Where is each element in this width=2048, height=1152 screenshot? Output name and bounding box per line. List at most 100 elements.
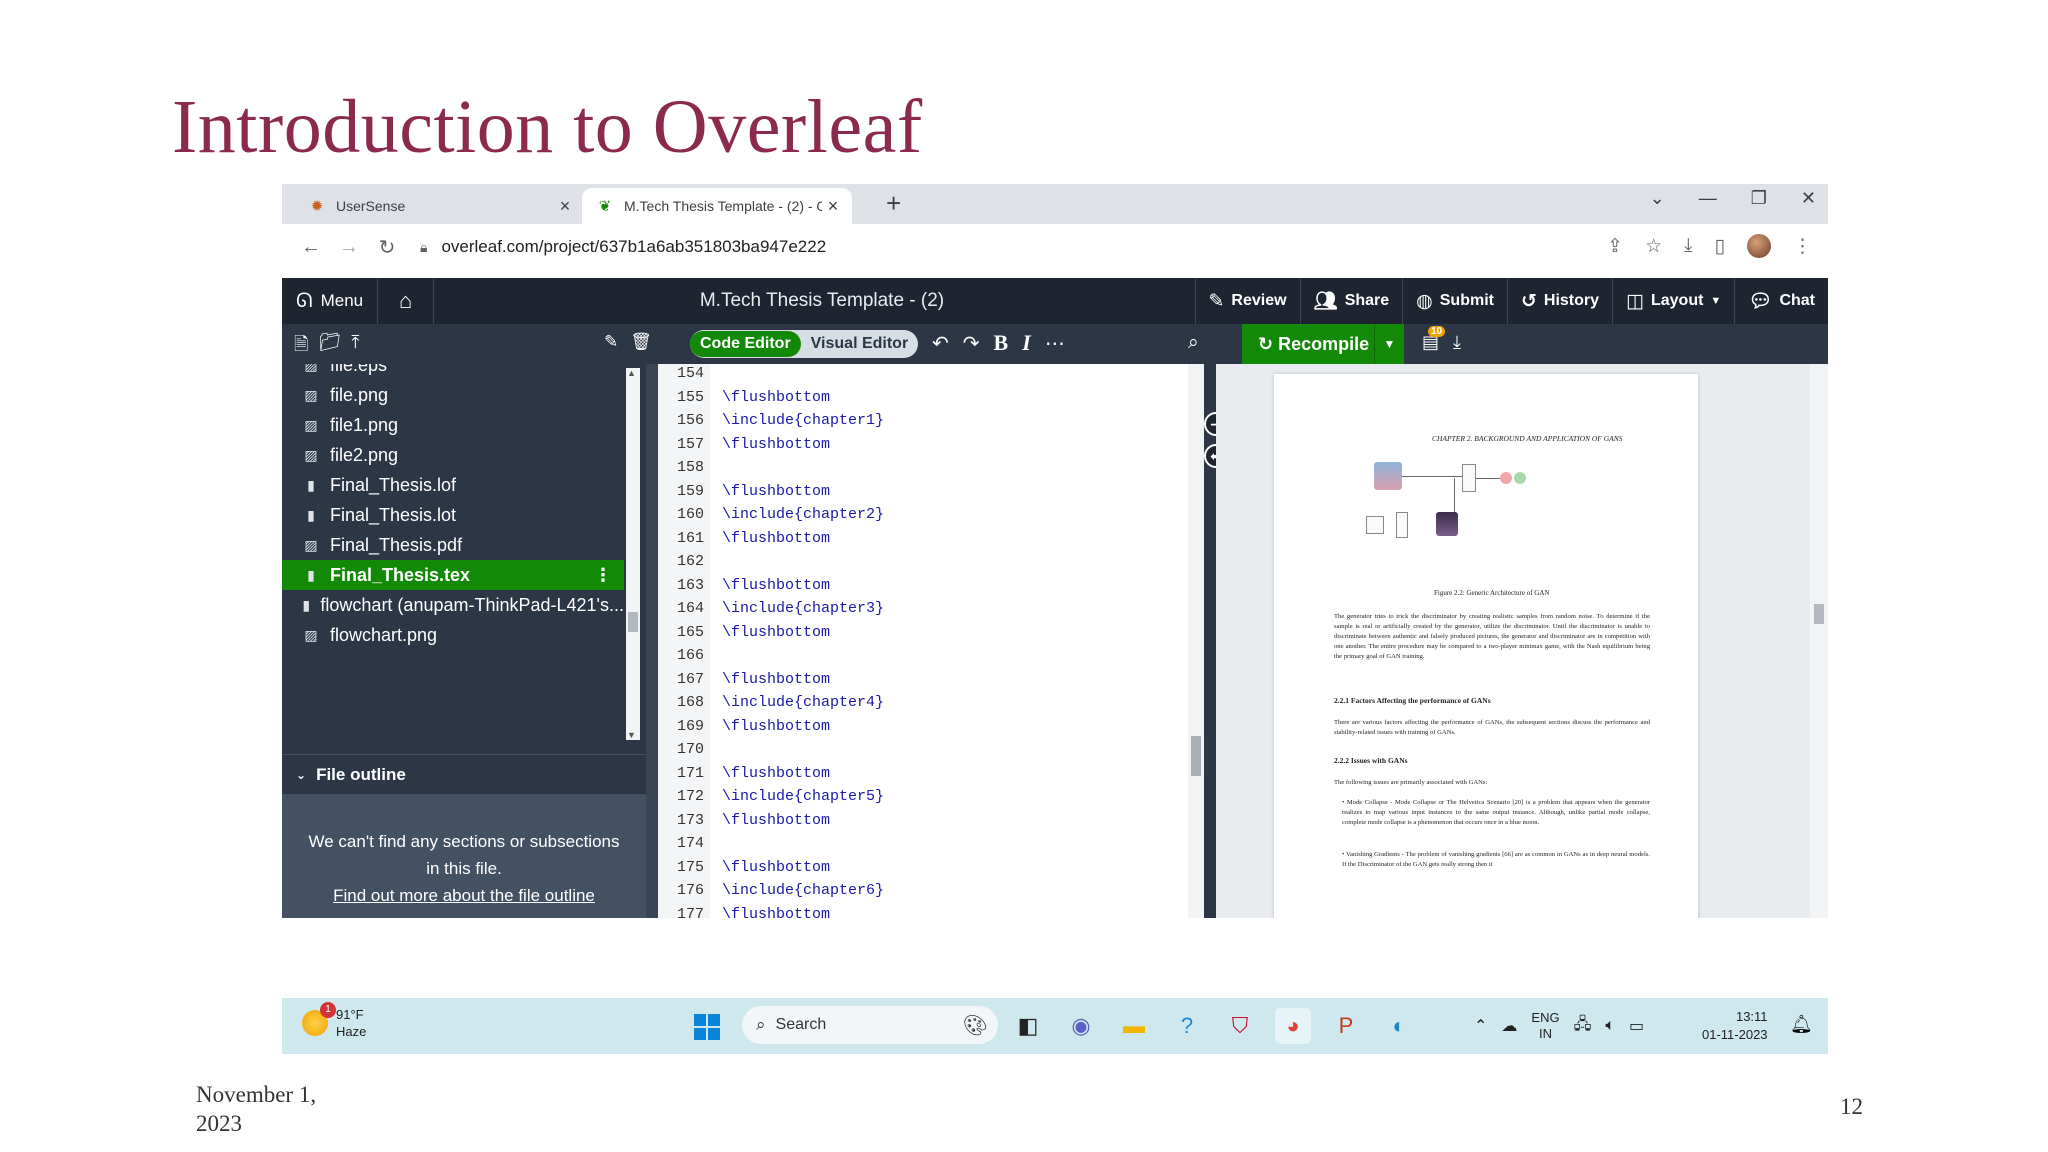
visual-editor-toggle[interactable]: Visual Editor (801, 335, 919, 353)
forward-icon[interactable]: → (330, 236, 368, 259)
edge-icon[interactable]: ◐ (1381, 1008, 1417, 1044)
code-editor[interactable]: 154 155 \flushbottom 156 \include{chapter1} 1… (658, 364, 1188, 918)
file-item[interactable]: ▮ Final_Thesis.lof (282, 470, 624, 500)
scroll-up-icon[interactable]: ▲ (627, 368, 636, 378)
review-button[interactable]: ✎ Review (1194, 278, 1300, 324)
task-view-icon[interactable]: ◧ (1010, 1008, 1046, 1044)
home-icon[interactable]: ⌂ (378, 278, 435, 324)
weather-widget[interactable]: 1 91°F Haze (302, 1002, 366, 1040)
code-line[interactable]: 159 \flushbottom (658, 480, 1188, 503)
taskbar-search[interactable]: ⌕ Search 🎨︎ (742, 1006, 998, 1044)
code-line[interactable]: 157 \flushbottom (658, 433, 1188, 456)
outline-help-link[interactable]: Find out more about the file outline (302, 882, 626, 909)
file-menu-icon[interactable]: ⋮ (594, 565, 612, 586)
reload-icon[interactable]: ↻ (368, 235, 406, 260)
submit-button[interactable]: ◍ Submit (1402, 278, 1507, 324)
browser-menu-icon[interactable]: ⋮ (1793, 235, 1812, 258)
code-line[interactable]: 166 (658, 644, 1188, 667)
avatar[interactable] (1747, 234, 1771, 258)
italic-icon[interactable]: I (1022, 330, 1031, 356)
teams-chat-icon[interactable]: ◉ (1063, 1008, 1099, 1044)
download-icon[interactable]: ⤓ (1684, 235, 1692, 257)
bold-icon[interactable]: B (994, 330, 1009, 356)
recompile-button[interactable]: ↻ Recompile ▼ (1242, 324, 1404, 364)
code-line[interactable]: 160 \include{chapter2} (658, 503, 1188, 526)
pdf-scrollbar[interactable] (1810, 364, 1828, 918)
code-line[interactable]: 162 (658, 550, 1188, 573)
code-line[interactable]: 174 (658, 832, 1188, 855)
code-line[interactable]: 170 (658, 738, 1188, 761)
minimize-icon[interactable]: — (1699, 188, 1717, 209)
editor-scrollbar[interactable] (1188, 364, 1204, 918)
layout-button[interactable]: ◫ Layout ▼ (1612, 278, 1734, 324)
language-indicator[interactable]: ENG IN (1531, 1010, 1559, 1042)
file-item[interactable]: ▮ flowchart (anupam-ThinkPad-L421's... (282, 590, 624, 620)
file-item[interactable]: ▨ file.png (282, 380, 624, 410)
battery-icon[interactable]: ▭ (1629, 1016, 1644, 1036)
bookmark-star-icon[interactable]: ☆ (1645, 235, 1662, 258)
powerpoint-icon[interactable]: P (1328, 1008, 1364, 1044)
file-item[interactable]: ▨ flowchart.png (282, 620, 624, 650)
code-line[interactable]: 156 \include{chapter1} (658, 409, 1188, 432)
code-line[interactable]: 173 \flushbottom (658, 809, 1188, 832)
share-page-icon[interactable]: ⇪ (1607, 235, 1623, 258)
pdf-preview[interactable]: CHAPTER 2. BACKGROUND AND APPLICATION OF… (1216, 364, 1810, 918)
code-line[interactable]: 168 \include{chapter4} (658, 691, 1188, 714)
file-item[interactable]: ▨ file2.png (282, 440, 624, 470)
redo-icon[interactable]: ↷ (963, 331, 980, 356)
tab-overleaf-project[interactable]: ❦ M.Tech Thesis Template - (2) - O × (582, 188, 852, 224)
new-tab-icon[interactable]: + (886, 188, 901, 219)
code-line[interactable]: 171 \flushbottom (658, 762, 1188, 785)
upload-icon[interactable]: ⤒ (351, 332, 359, 362)
volume-icon[interactable]: 🔈︎ (1605, 1017, 1615, 1035)
code-line[interactable]: 158 (658, 456, 1188, 479)
onedrive-cloud-icon[interactable]: ☁ (1501, 1016, 1517, 1036)
code-line[interactable]: 161 \flushbottom (658, 527, 1188, 550)
code-line[interactable]: 176 \include{chapter6} (658, 879, 1188, 902)
side-panel-icon[interactable]: ▯ (1715, 235, 1725, 258)
file-outline-toggle[interactable]: ⌄ File outline (282, 754, 646, 794)
show-hidden-icons-chevron-icon[interactable]: ⌃ (1474, 1016, 1487, 1036)
history-button[interactable]: ↺ History (1506, 278, 1612, 324)
back-icon[interactable]: ← (292, 236, 330, 259)
scroll-thumb[interactable] (1191, 736, 1201, 776)
recompile-options-caret-icon[interactable]: ▼ (1374, 324, 1404, 364)
taskbar-clock[interactable]: 13:11 01-11-2023 (1702, 1008, 1768, 1044)
code-line[interactable]: 163 \flushbottom (658, 574, 1188, 597)
code-line[interactable]: 164 \include{chapter3} (658, 597, 1188, 620)
file-tree-resize-handle[interactable] (646, 364, 658, 918)
scroll-down-icon[interactable]: ▼ (627, 730, 636, 740)
file-tree-scrollbar[interactable]: ▲ ▼ (626, 368, 640, 740)
chat-button[interactable]: 💬︎ Chat (1734, 278, 1828, 324)
share-button[interactable]: 👥︎ Share (1299, 278, 1403, 324)
scroll-thumb[interactable] (1814, 604, 1824, 624)
code-line[interactable]: 175 \flushbottom (658, 856, 1188, 879)
search-icon[interactable]: ⌕ (1188, 332, 1199, 354)
undo-icon[interactable]: ↶ (932, 331, 949, 356)
code-line[interactable]: 154 (658, 364, 1188, 385)
more-icon[interactable]: ⋯ (1045, 331, 1065, 356)
code-line[interactable]: 169 \flushbottom (658, 715, 1188, 738)
delete-trash-icon[interactable]: 🗑︎ (630, 332, 652, 352)
notification-bell-icon[interactable]: 🔔︎ (1790, 1014, 1813, 1035)
help-icon[interactable]: ? (1169, 1008, 1205, 1044)
project-title[interactable]: M.Tech Thesis Template - (2) (672, 290, 972, 312)
network-icon[interactable]: 🖧︎ (1574, 1013, 1592, 1040)
new-file-icon[interactable]: 🗎︎ (294, 332, 308, 362)
code-line[interactable]: 177 \flushbottom (658, 903, 1188, 919)
url-field[interactable]: 🔒︎ overleaf.com/project/637b1a6ab351803b… (412, 230, 1674, 264)
windows-start-icon[interactable] (694, 1014, 720, 1040)
code-line[interactable]: 167 \flushbottom (658, 668, 1188, 691)
chrome-icon[interactable]: ◕ (1275, 1008, 1311, 1044)
mcafee-icon[interactable]: ⛉ (1222, 1008, 1258, 1044)
code-editor-toggle[interactable]: Code Editor (690, 331, 801, 357)
code-line[interactable]: 155 \flushbottom (658, 386, 1188, 409)
logs-icon[interactable]: ▤ 10 (1422, 326, 1446, 353)
close-tab-icon[interactable]: × (822, 196, 844, 217)
code-line[interactable]: 172 \include{chapter5} (658, 785, 1188, 808)
new-folder-icon[interactable]: 📁︎ (318, 332, 341, 362)
file-item[interactable]: ▮ Final_Thesis.tex ⋮ (282, 560, 624, 590)
file-item[interactable]: ▮ Final_Thesis.lot (282, 500, 624, 530)
tab-usersense[interactable]: ✹ UserSense × (294, 188, 584, 224)
code-line[interactable]: 165 \flushbottom (658, 621, 1188, 644)
